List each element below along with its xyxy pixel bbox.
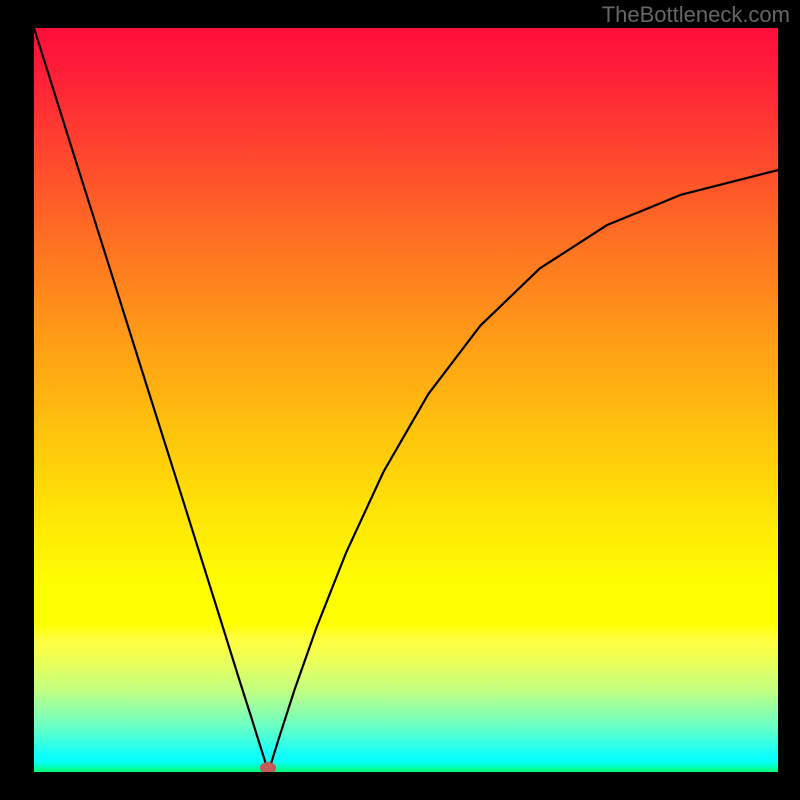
data-marker: [260, 762, 276, 774]
chart-curve: [34, 28, 778, 772]
watermark-text: TheBottleneck.com: [602, 2, 790, 28]
plot-area: [30, 24, 782, 776]
